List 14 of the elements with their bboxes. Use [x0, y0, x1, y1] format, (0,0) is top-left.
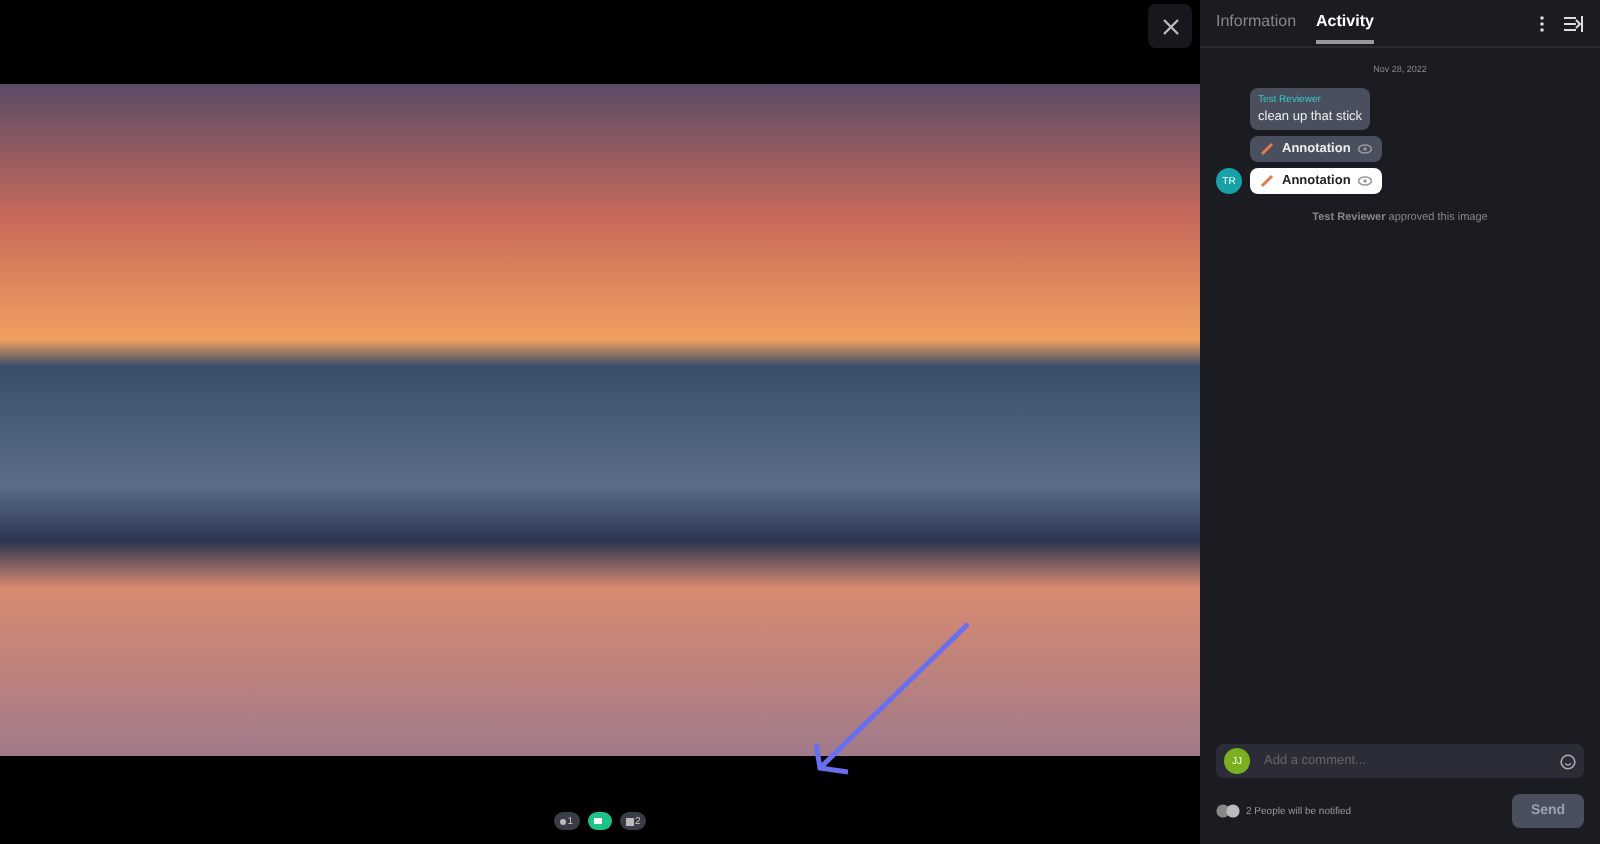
- collapse-icon: [1564, 15, 1584, 31]
- close-icon: [1161, 17, 1179, 35]
- close-button[interactable]: [1148, 4, 1192, 48]
- tab[interactable]: Activity: [1316, 2, 1374, 44]
- tab[interactable]: Information: [1216, 2, 1297, 44]
- collapse-button[interactable]: [1564, 15, 1584, 31]
- viewer-toggle[interactable]: [587, 812, 611, 830]
- eye-icon: [1358, 144, 1373, 154]
- image-icon: [625, 817, 633, 825]
- eye-icon: [1358, 176, 1373, 186]
- user-icon: [559, 817, 566, 825]
- chat-icon: [593, 817, 601, 825]
- avatars-icon: [1216, 804, 1240, 818]
- emoji-icon[interactable]: [1560, 753, 1576, 769]
